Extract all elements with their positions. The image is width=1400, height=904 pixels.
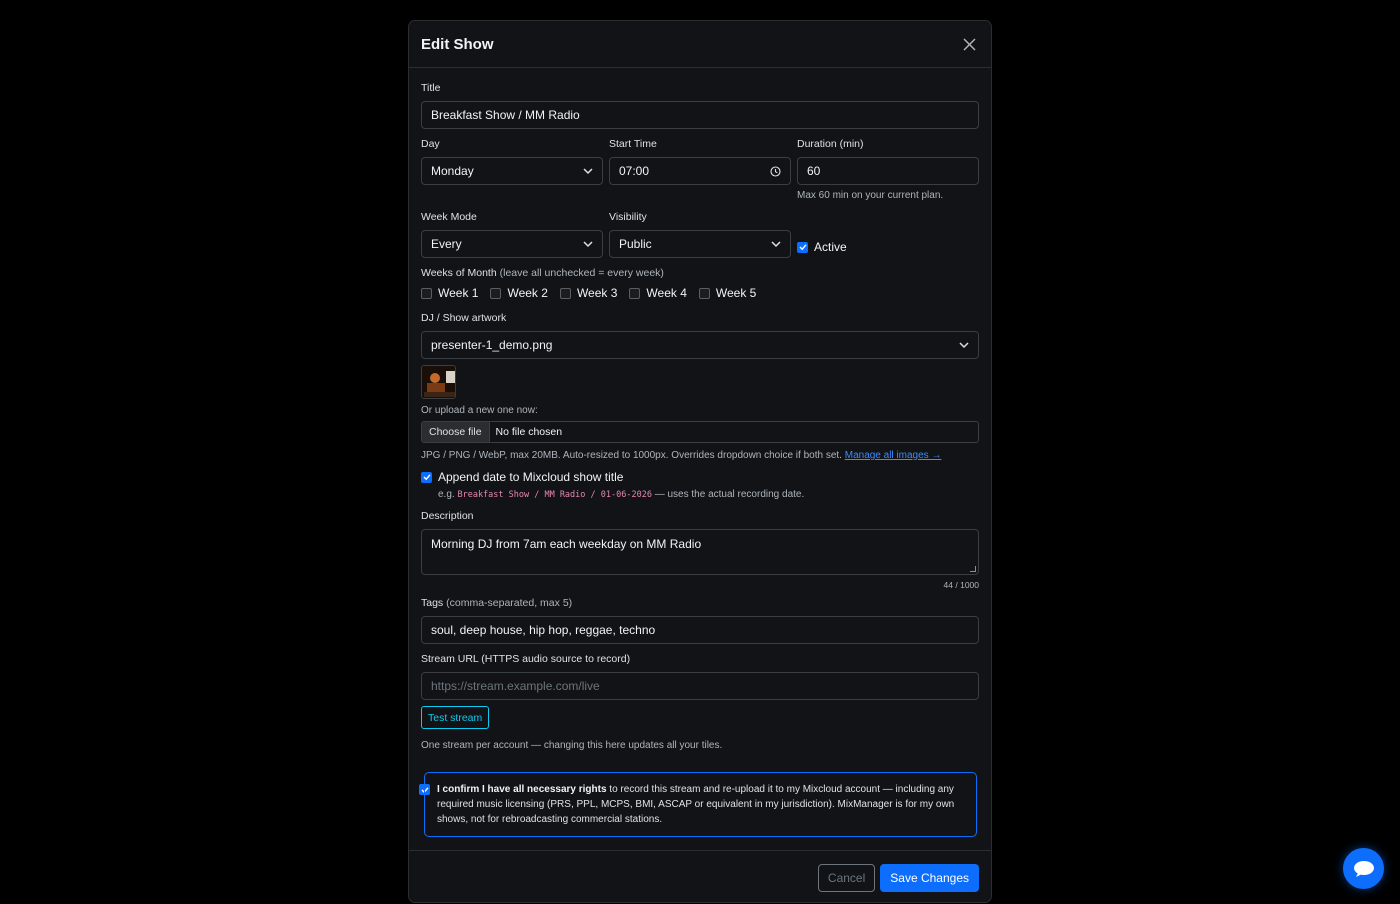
duration-value: 60 xyxy=(807,164,821,178)
check-icon xyxy=(423,474,431,481)
example-code: Breakfast Show / MM Radio / 01-06-2026 xyxy=(457,490,652,500)
week-3-checkbox[interactable]: Week 3 xyxy=(559,286,618,300)
append-date-label: Append date to Mixcloud show title xyxy=(438,470,624,484)
weeks-of-month-hint: (leave all unchecked = every week) xyxy=(499,267,664,279)
close-button[interactable] xyxy=(959,34,979,54)
weeks-of-month-title: Weeks of Month xyxy=(421,267,497,279)
active-checkbox-row[interactable]: Active xyxy=(797,240,847,254)
chat-button[interactable] xyxy=(1343,848,1384,889)
edit-show-modal: Edit Show Title Breakfast Show / MM Radi… xyxy=(408,20,992,903)
chevron-down-icon xyxy=(583,167,593,174)
description-label: Description xyxy=(421,510,474,522)
example-prefix: e.g. xyxy=(438,489,455,500)
week-checkbox-box[interactable] xyxy=(490,287,502,299)
stream-url-input[interactable]: https://stream.example.com/live xyxy=(421,672,979,700)
duration-input[interactable]: 60 xyxy=(797,157,979,185)
resize-handle[interactable] xyxy=(970,566,976,572)
upload-label: Or upload a new one now: xyxy=(421,405,538,416)
modal-title: Edit Show xyxy=(421,35,494,53)
week-4-checkbox[interactable]: Week 4 xyxy=(629,286,687,300)
schedule-row: Day Monday Start Time 07:00 Duration (mi… xyxy=(421,138,979,201)
modal-footer: Cancel Save Changes xyxy=(409,850,991,902)
title-label: Title xyxy=(421,82,441,94)
start-time-label: Start Time xyxy=(609,138,657,150)
title-input-value: Breakfast Show / MM Radio xyxy=(431,108,580,122)
artwork-file-input[interactable]: Choose file No file chosen xyxy=(421,421,979,443)
description-textarea[interactable]: Morning DJ from 7am each weekday on MM R… xyxy=(421,529,979,575)
tags-title: Tags xyxy=(421,597,444,609)
week-label: Week 2 xyxy=(507,286,548,300)
check-icon xyxy=(799,244,807,251)
artwork-thumbnail xyxy=(421,365,456,399)
week-checkbox-box[interactable] xyxy=(698,287,710,299)
duration-label: Duration (min) xyxy=(797,138,864,150)
tags-input[interactable]: soul, deep house, hip hop, reggae, techn… xyxy=(421,616,979,644)
week-label: Week 3 xyxy=(576,286,618,300)
append-date-row[interactable]: Append date to Mixcloud show title xyxy=(421,470,979,484)
stream-help: One stream per account — changing this h… xyxy=(421,740,723,751)
description-value: Morning DJ from 7am each weekday on MM R… xyxy=(431,537,702,551)
week-checkbox-box[interactable] xyxy=(629,287,641,299)
confirm-rights-bold: I confirm I have all necessary rights xyxy=(437,784,607,795)
chevron-down-icon xyxy=(959,341,969,348)
choose-file-button[interactable]: Choose file xyxy=(422,422,490,442)
stream-url-placeholder: https://stream.example.com/live xyxy=(431,679,600,693)
week-label: Week 1 xyxy=(438,286,479,300)
tags-hint: (comma-separated, max 5) xyxy=(446,597,573,609)
active-label: Active xyxy=(814,240,847,254)
visibility-value: Public xyxy=(619,237,652,251)
cancel-button[interactable]: Cancel xyxy=(817,863,876,892)
week-5-checkbox[interactable]: Week 5 xyxy=(698,286,757,300)
description-counter: 44 / 1000 xyxy=(943,580,979,590)
mode-row: Week Mode Every Visibility Public Active xyxy=(421,211,979,258)
weeks-of-month-label: Weeks of Month (leave all unchecked = ev… xyxy=(421,267,979,280)
day-select[interactable]: Monday xyxy=(421,157,603,185)
no-file-text: No file chosen xyxy=(495,426,563,438)
visibility-select[interactable]: Public xyxy=(609,230,791,258)
artwork-image xyxy=(422,366,455,398)
save-changes-button[interactable]: Save Changes xyxy=(880,863,979,892)
title-input[interactable]: Breakfast Show / MM Radio xyxy=(421,101,979,129)
week-1-checkbox[interactable]: Week 1 xyxy=(421,286,478,300)
clock-icon[interactable] xyxy=(770,165,781,177)
modal-body: Title Breakfast Show / MM Radio Day Mond… xyxy=(409,68,991,751)
chat-icon xyxy=(1353,860,1374,877)
week-mode-select[interactable]: Every xyxy=(421,230,603,258)
week-label: Week 4 xyxy=(646,286,687,300)
chevron-down-icon xyxy=(583,240,593,247)
duration-help: Max 60 min on your current plan. xyxy=(797,190,944,201)
week-label: Week 5 xyxy=(715,286,757,300)
artwork-select-value: presenter-1_demo.png xyxy=(431,338,553,352)
modal-header: Edit Show xyxy=(409,21,991,68)
tags-label: Tags (comma-separated, max 5) xyxy=(421,597,979,610)
artwork-label: DJ / Show artwork xyxy=(421,312,507,324)
week-checkbox-box[interactable] xyxy=(559,287,571,299)
confirm-rights-box: I confirm I have all necessary rights to… xyxy=(424,772,977,837)
append-date-checkbox[interactable] xyxy=(421,471,432,483)
artwork-help: JPG / PNG / WebP, max 20MB. Auto-resized… xyxy=(421,450,979,461)
week-mode-value: Every xyxy=(431,237,462,251)
append-date-example: e.g. Breakfast Show / MM Radio / 01-06-2… xyxy=(421,489,979,500)
test-stream-button[interactable]: Test stream xyxy=(421,706,490,729)
tags-value: soul, deep house, hip hop, reggae, techn… xyxy=(431,623,656,637)
day-label: Day xyxy=(421,138,440,150)
artwork-help-text: JPG / PNG / WebP, max 20MB. Auto-resized… xyxy=(421,450,842,461)
start-time-input[interactable]: 07:00 xyxy=(609,157,791,185)
example-suffix: — uses the actual recording date. xyxy=(654,489,805,500)
day-select-value: Monday xyxy=(431,164,474,178)
weeks-of-month-group: Week 1 Week 2 Week 3 Week 4 Week 5 xyxy=(421,286,979,300)
manage-images-link[interactable]: Manage all images → xyxy=(845,450,942,461)
close-icon xyxy=(962,37,976,51)
artwork-select[interactable]: presenter-1_demo.png xyxy=(421,331,979,359)
chevron-down-icon xyxy=(771,240,781,247)
stream-url-label: Stream URL (HTTPS audio source to record… xyxy=(421,653,631,665)
active-checkbox[interactable] xyxy=(797,241,808,253)
start-time-value: 07:00 xyxy=(619,164,650,178)
visibility-label: Visibility xyxy=(609,211,647,223)
week-mode-label: Week Mode xyxy=(421,211,477,223)
week-checkbox-box[interactable] xyxy=(421,287,432,299)
week-2-checkbox[interactable]: Week 2 xyxy=(490,286,548,300)
